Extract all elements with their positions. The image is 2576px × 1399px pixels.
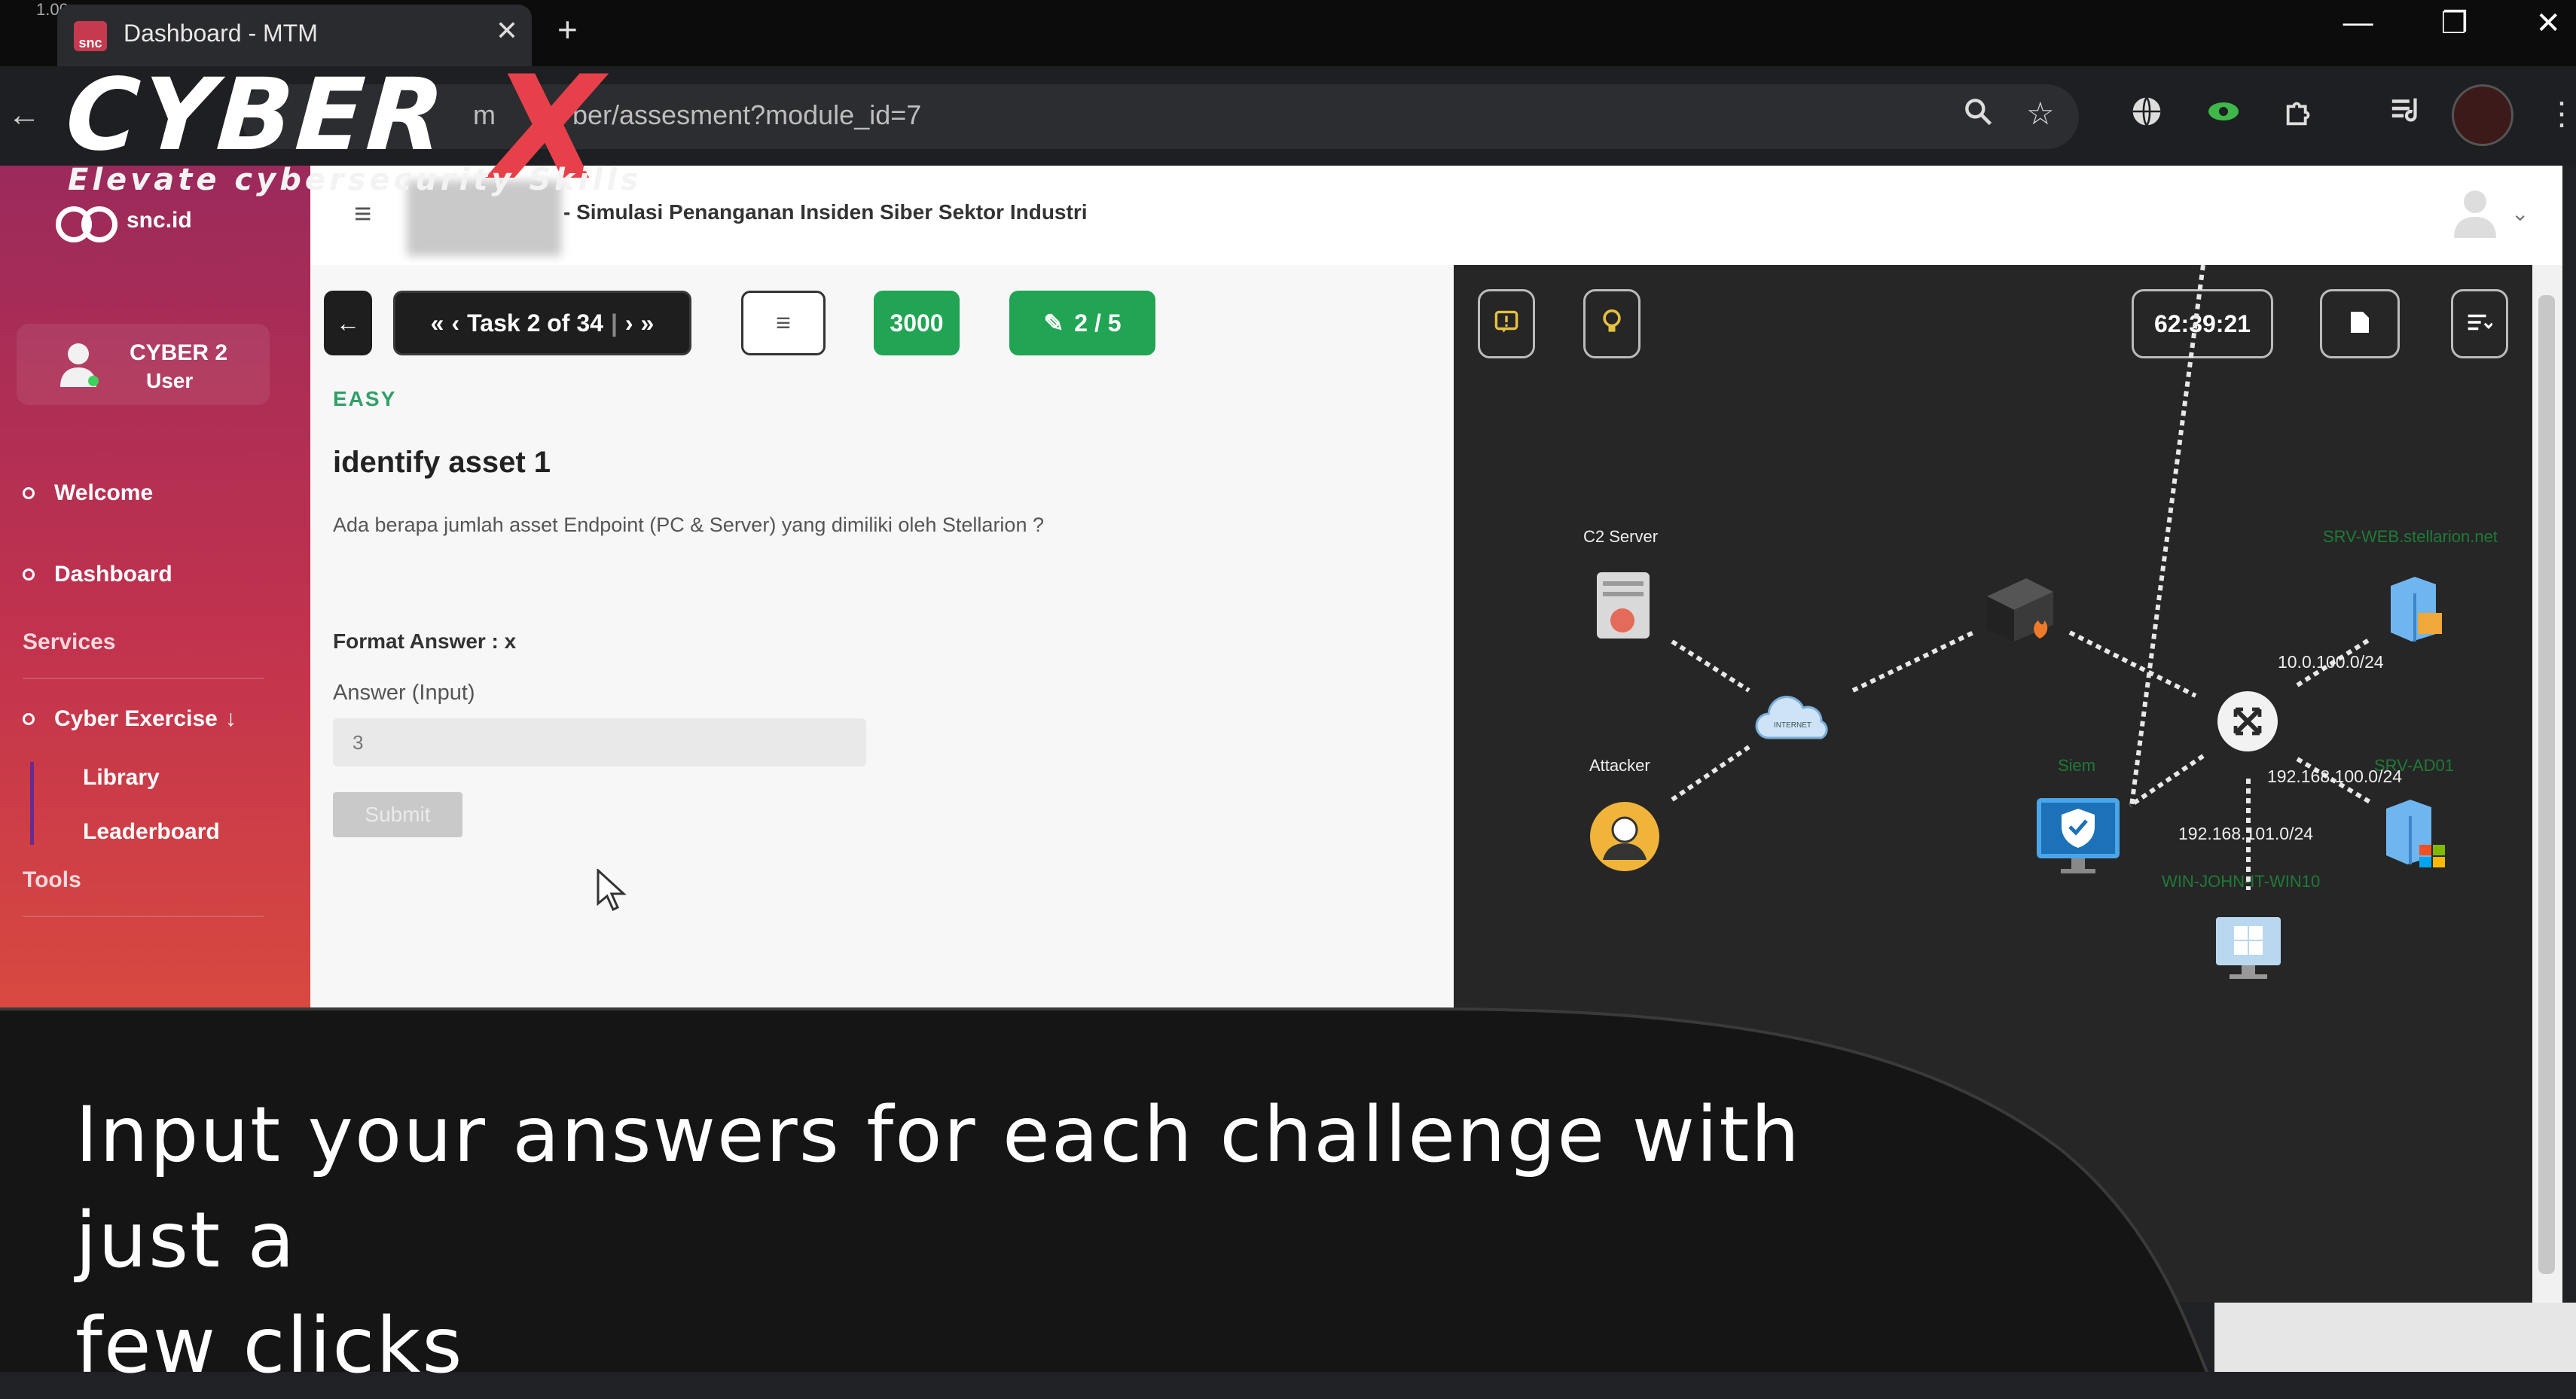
chevron-down-icon: ⌄ — [2511, 201, 2529, 225]
pencil-icon: ✎ — [1043, 309, 1064, 337]
srv-web-label: SRV-WEB.stellarion.net — [2323, 527, 2498, 546]
answer-input[interactable] — [333, 718, 866, 767]
arrow-down-icon: ↓ — [224, 706, 237, 731]
brand: snc.id — [54, 203, 192, 242]
submit-button[interactable]: Submit — [333, 792, 462, 837]
circle-icon — [23, 487, 35, 499]
back-button[interactable]: ← — [324, 291, 372, 355]
first-task-button[interactable]: « — [431, 309, 444, 337]
points-badge: 3000 — [874, 291, 960, 355]
c2-server-label: C2 Server — [1583, 527, 1659, 546]
separator: | — [610, 309, 618, 337]
divider — [23, 916, 264, 917]
divider — [23, 678, 264, 679]
answer-format: Format Answer : x — [333, 629, 517, 653]
minimize-button[interactable]: — — [2343, 6, 2373, 41]
window-controls: — ❐ ✕ — [2343, 6, 2561, 41]
mouse-cursor-icon — [597, 867, 627, 915]
section-services: Services — [23, 629, 116, 654]
user-icon — [2452, 188, 2498, 238]
internet-label: INTERNET — [1774, 721, 1811, 730]
task-counter: Task 2 of 34 — [467, 309, 603, 337]
circle-icon — [23, 568, 35, 581]
attempts-badge: ✎ 2 / 5 — [1009, 291, 1155, 355]
answer-label: Answer (Input) — [333, 681, 475, 705]
bookmark-star-icon[interactable]: ☆ — [2026, 95, 2055, 132]
sidebar-item-dashboard[interactable]: Dashboard — [23, 562, 172, 587]
infinity-logo-icon — [54, 203, 118, 242]
logo-word: CYBER — [62, 57, 451, 173]
sidebar-item-cyber-exercise[interactable]: Cyber Exercise ↓ — [23, 706, 237, 732]
siem-icon[interactable] — [2034, 795, 2123, 878]
c2-server-icon[interactable] — [1594, 569, 1653, 642]
extensions-puzzle-icon[interactable] — [2282, 95, 2317, 137]
user-avatar-icon — [59, 340, 101, 389]
attacker-icon[interactable] — [1588, 800, 1662, 873]
section-tools: Tools — [23, 867, 81, 892]
router-icon[interactable] — [2214, 688, 2281, 754]
task-title: identify asset 1 — [333, 446, 551, 479]
user-name: CYBER 2 — [130, 340, 228, 365]
subnet-label-b: 192.168.100.0/24 — [2267, 767, 2403, 786]
close-window-button[interactable]: ✕ — [2535, 6, 2561, 41]
user-card: CYBER 2 User — [17, 324, 270, 405]
logo-tagline: Elevate cybersecurity Skills — [68, 163, 642, 197]
sidebar-item-label: Cyber Exercise — [54, 706, 218, 731]
attempts-count: 2 / 5 — [1074, 309, 1122, 337]
caption-line-2: few clicks — [75, 1301, 464, 1391]
caption-line-1: Input your answers for each challenge wi… — [75, 1090, 1801, 1285]
task-navigator: « ‹ Task 2 of 34 | › » — [393, 291, 691, 355]
circle-icon — [23, 713, 35, 725]
sidebar-item-welcome[interactable]: Welcome — [23, 480, 153, 506]
sidebar-item-leaderboard[interactable]: Leaderboard — [83, 819, 220, 845]
tab-close-icon[interactable]: ✕ — [496, 15, 518, 47]
restore-button[interactable]: ❐ — [2441, 6, 2468, 41]
sidebar-item-label: Welcome — [54, 480, 154, 505]
zoom-icon[interactable] — [1961, 95, 1995, 136]
new-tab-button[interactable]: + — [557, 9, 578, 50]
media-control-icon[interactable] — [2389, 95, 2424, 133]
submenu-indicator — [30, 762, 34, 845]
subnet-label-a: 10.0.100.0/24 — [2278, 652, 2384, 672]
sidebar-item-library[interactable]: Library — [83, 765, 160, 791]
prev-task-button[interactable]: ‹ — [451, 309, 459, 337]
web-server-icon[interactable] — [2385, 574, 2448, 642]
tab-favicon: snc — [74, 21, 107, 51]
extension-globe-icon[interactable] — [2130, 95, 2163, 136]
sidebar-item-label: Leaderboard — [83, 819, 220, 844]
task-list-button[interactable]: ≡ — [741, 291, 826, 355]
user-role: User — [146, 369, 194, 392]
difficulty-label: EASY — [333, 387, 397, 410]
firewall-icon[interactable] — [1978, 575, 2058, 643]
task-question: Ada berapa jumlah asset Endpoint (PC & S… — [333, 514, 1044, 536]
attacker-label: Attacker — [1589, 756, 1650, 775]
windows-workstation-icon[interactable] — [2211, 913, 2285, 985]
extension-eye-icon[interactable] — [2205, 95, 2242, 136]
subnet-label-c: 192.168.101.0/24 — [2178, 824, 2314, 843]
internet-cloud-icon[interactable]: INTERNET — [1753, 693, 1833, 745]
siem-label: Siem — [2058, 756, 2096, 775]
browser-back-icon[interactable]: ← — [8, 96, 41, 134]
last-task-button[interactable]: » — [641, 309, 655, 337]
sidebar-item-label: Library — [83, 765, 160, 790]
domain-controller-icon[interactable] — [2380, 797, 2451, 872]
page-title: - Simulasi Penanganan Insiden Siber Sekt… — [563, 200, 1088, 224]
sidebar-item-label: Dashboard — [54, 562, 172, 587]
caption-text: Input your answers for each challenge wi… — [75, 1083, 1958, 1399]
brand-name: snc.id — [127, 208, 192, 233]
tab-title: Dashboard - MTM — [124, 20, 318, 47]
workstation-label: WIN-JOHN-IT-WIN10 — [2162, 872, 2321, 891]
hamburger-menu-icon[interactable]: ≡ — [354, 197, 371, 231]
profile-avatar[interactable] — [2452, 84, 2513, 146]
browser-menu-icon[interactable]: ⋮ — [2546, 95, 2576, 132]
next-task-button[interactable]: › — [625, 309, 633, 337]
user-menu[interactable]: ⌄ — [2452, 188, 2529, 238]
